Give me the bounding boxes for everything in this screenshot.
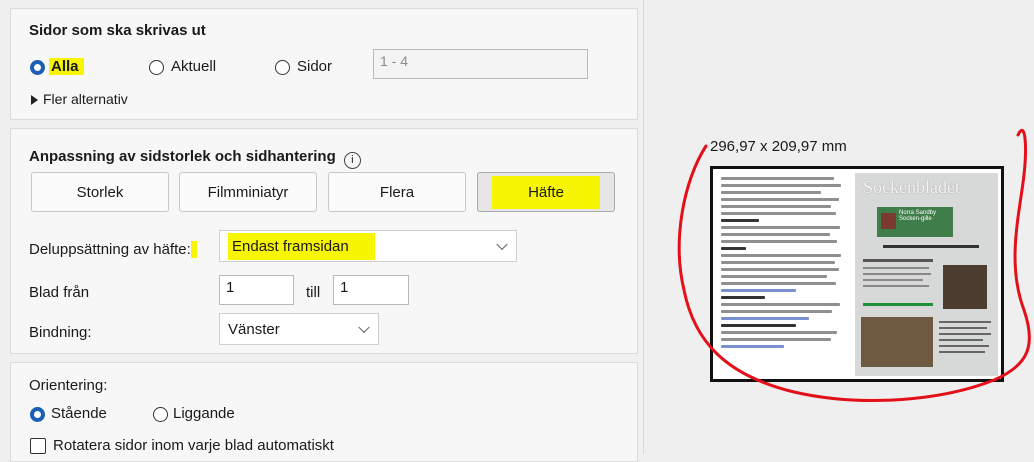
chevron-down-icon <box>496 238 508 251</box>
binding-dropdown[interactable]: Vänster <box>219 313 379 345</box>
sheets-from-label: Blad från <box>29 284 90 301</box>
radio-pages[interactable] <box>275 60 290 75</box>
radio-all[interactable] <box>30 60 45 75</box>
expand-triangle-icon[interactable] <box>31 95 38 105</box>
booklet-subset-label: Deluppsättning av häfte: <box>29 241 197 258</box>
pages-section-title: Sidor som ska skrivas ut <box>29 22 206 39</box>
thumbnail-button-label: Filmminiatyr <box>207 183 289 201</box>
preview-photo-1 <box>943 265 987 309</box>
print-settings-panel: Sidor som ska skrivas ut Alla Aktuell Si… <box>0 0 642 462</box>
size-button[interactable]: Storlek <box>31 172 169 212</box>
radio-current[interactable] <box>149 60 164 75</box>
sheets-to-label: till <box>306 284 321 301</box>
booklet-button[interactable]: Häfte <box>477 172 615 212</box>
radio-landscape-label[interactable]: Liggande <box>173 405 235 422</box>
page-range-input[interactable]: 1 - 4 <box>373 49 588 79</box>
booklet-subset-value: Endast framsidan <box>228 232 375 260</box>
radio-landscape[interactable] <box>153 407 168 422</box>
booklet-button-label: Häfte <box>492 175 600 209</box>
radio-pages-label[interactable]: Sidor <box>297 58 332 75</box>
sheets-to-input[interactable]: 1 <box>333 275 409 305</box>
preview-photo-2 <box>861 317 933 367</box>
pages-section: Sidor som ska skrivas ut Alla Aktuell Si… <box>10 8 638 120</box>
multiple-button[interactable]: Flera <box>328 172 466 212</box>
orientation-section: Orientering: Stående Liggande Rotatera s… <box>10 362 638 462</box>
sheets-from-input[interactable]: 1 <box>219 275 294 305</box>
size-button-label: Storlek <box>76 183 124 201</box>
orientation-title: Orientering: <box>29 377 108 394</box>
chevron-down-icon <box>358 321 370 334</box>
info-icon[interactable]: i <box>343 152 361 169</box>
preview-sheet: Sockenbladet Norra Sandby Socken-gille <box>710 166 1004 382</box>
thumbnail-button[interactable]: Filmminiatyr <box>179 172 317 212</box>
radio-current-label[interactable]: Aktuell <box>171 58 216 75</box>
more-options-link[interactable]: Fler alternativ <box>43 91 128 107</box>
booklet-subset-dropdown[interactable]: Endast framsidan <box>219 230 517 262</box>
preview-cover-page: Sockenbladet Norra Sandby Socken-gille <box>855 173 998 376</box>
rotate-checkbox-label[interactable]: Rotatera sidor inom varje blad automatis… <box>53 437 334 454</box>
page-sizing-title: Anpassning av sidstorlek och sidhanterin… <box>29 148 361 169</box>
rotate-checkbox[interactable] <box>30 438 46 454</box>
radio-portrait[interactable] <box>30 407 45 422</box>
radio-all-label[interactable]: Alla <box>49 58 84 75</box>
preview-text-column <box>721 177 846 373</box>
preview-masthead: Sockenbladet <box>863 177 960 197</box>
paper-size-label: 296,97 x 209,97 mm <box>710 138 847 155</box>
print-preview-panel: 296,97 x 209,97 mm Sockenbladet Norra Sa… <box>643 0 1034 454</box>
page-sizing-title-text: Anpassning av sidstorlek och sidhanterin… <box>29 148 336 165</box>
page-sizing-section: Anpassning av sidstorlek och sidhanterin… <box>10 128 638 354</box>
radio-portrait-label[interactable]: Stående <box>51 405 107 422</box>
preview-logo: Norra Sandby Socken-gille <box>877 207 953 237</box>
binding-value: Vänster <box>228 320 280 338</box>
binding-label: Bindning: <box>29 324 92 341</box>
multiple-button-label: Flera <box>379 183 415 201</box>
